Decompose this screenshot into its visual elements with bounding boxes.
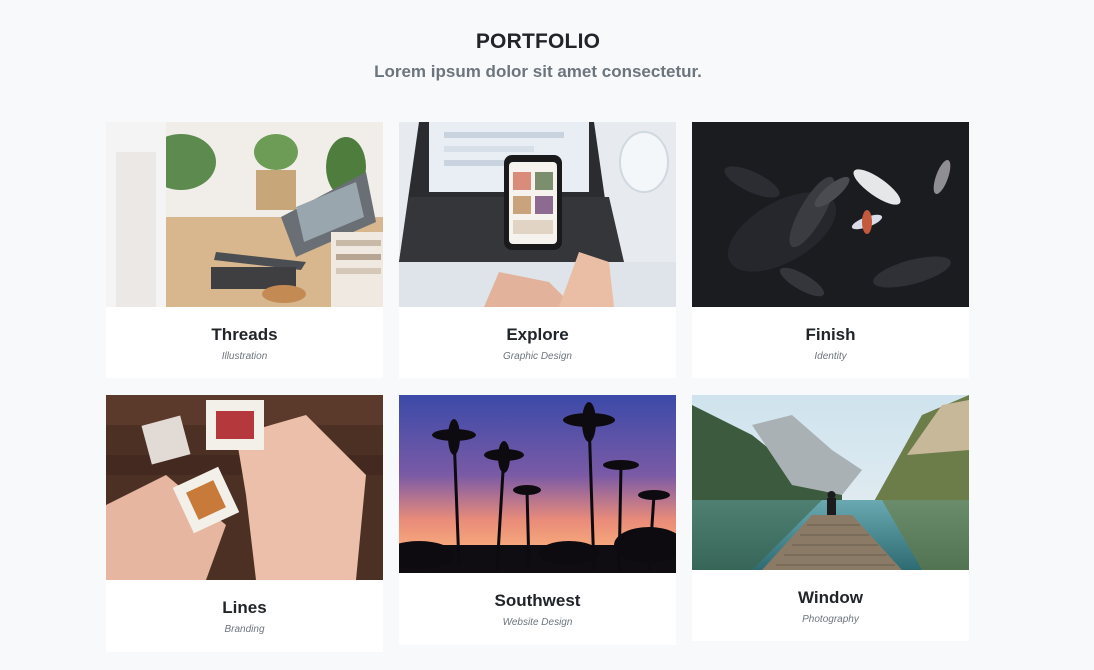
portfolio-item-title: Finish [805, 325, 856, 344]
portfolio-image-explore[interactable] [399, 122, 676, 307]
portfolio-item-title: Threads [211, 325, 278, 344]
portfolio-item-category: Website Design [502, 617, 573, 628]
portfolio-item-category: Branding [224, 624, 265, 635]
portfolio-item-southwest[interactable]: Southwest Website Design [399, 395, 676, 645]
portfolio-caption: Window Photography [692, 588, 969, 625]
portfolio-caption: Lines Branding [106, 598, 383, 635]
portfolio-caption: Southwest Website Design [399, 591, 676, 628]
portfolio-caption: Threads Illustration [106, 325, 383, 362]
portfolio-item-threads[interactable]: Threads Illustration [106, 122, 383, 378]
portfolio-image-window[interactable] [692, 395, 969, 570]
portfolio-item-category: Identity [814, 351, 847, 362]
portfolio-item-finish[interactable]: Finish Identity [692, 122, 969, 378]
portfolio-image-southwest[interactable] [399, 395, 676, 573]
portfolio-item-category: Graphic Design [503, 351, 572, 362]
section-title: PORTFOLIO [475, 30, 601, 53]
portfolio-item-title: Lines [222, 598, 267, 617]
portfolio-item-lines[interactable]: Lines Branding [106, 395, 383, 652]
portfolio-item-title: Southwest [494, 591, 581, 610]
portfolio-item-title: Explore [506, 325, 569, 344]
portfolio-caption: Finish Identity [692, 325, 969, 362]
portfolio-image-lines[interactable] [106, 395, 383, 580]
portfolio-image-threads[interactable] [106, 122, 383, 307]
portfolio-image-finish[interactable] [692, 122, 969, 307]
portfolio-item-title: Window [798, 588, 863, 607]
portfolio-item-category: Illustration [221, 351, 268, 362]
portfolio-caption: Explore Graphic Design [399, 325, 676, 362]
portfolio-item-category: Photography [802, 614, 859, 625]
section-subtitle: Lorem ipsum dolor sit amet consectetur. [374, 62, 702, 81]
portfolio-item-explore[interactable]: Explore Graphic Design [399, 122, 676, 378]
portfolio-item-window[interactable]: Window Photography [692, 395, 969, 641]
